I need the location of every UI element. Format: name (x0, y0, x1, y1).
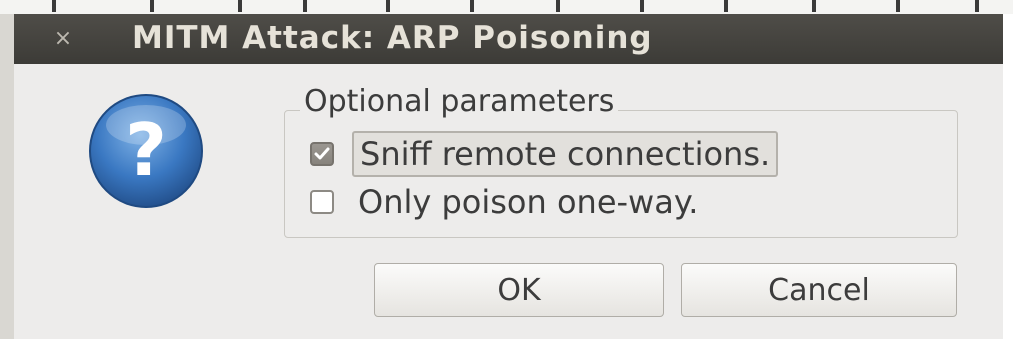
background-mark (303, 0, 307, 12)
background-window-edge (0, 14, 14, 339)
only-poison-one-way-label[interactable]: Only poison one-way. (352, 181, 704, 223)
background-mark (975, 0, 979, 12)
only-poison-one-way-checkbox[interactable]: Only poison one-way. (310, 180, 704, 224)
background-mark (556, 0, 560, 12)
background-mark (52, 0, 56, 12)
background-mark (238, 0, 242, 12)
close-button[interactable]: × (48, 24, 78, 54)
title-bar: × MITM Attack: ARP Poisoning (14, 14, 1003, 64)
checkbox-checked-icon[interactable] (310, 142, 334, 166)
background-mark (812, 0, 816, 12)
question-glyph: ? (125, 108, 167, 192)
question-icon: ? (89, 94, 203, 208)
ok-button[interactable]: OK (374, 263, 664, 317)
window-title: MITM Attack: ARP Poisoning (132, 20, 653, 56)
background-window-strip (0, 0, 1013, 14)
background-mark (470, 0, 474, 12)
background-mark (896, 0, 900, 12)
background-mark (640, 0, 644, 12)
background-mark (386, 0, 390, 12)
sniff-remote-connections-label[interactable]: Sniff remote connections. (352, 131, 779, 177)
background-mark (150, 0, 154, 12)
arp-poisoning-dialog: × MITM Attack: ARP Poisoning ? Optional … (14, 14, 1003, 339)
sniff-remote-connections-checkbox[interactable]: Sniff remote connections. (310, 131, 779, 177)
background-mark (724, 0, 728, 12)
checkbox-unchecked-icon[interactable] (310, 190, 334, 214)
cancel-button[interactable]: Cancel (681, 263, 957, 317)
optional-parameters-legend: Optional parameters (300, 84, 619, 119)
close-icon: × (53, 26, 73, 51)
